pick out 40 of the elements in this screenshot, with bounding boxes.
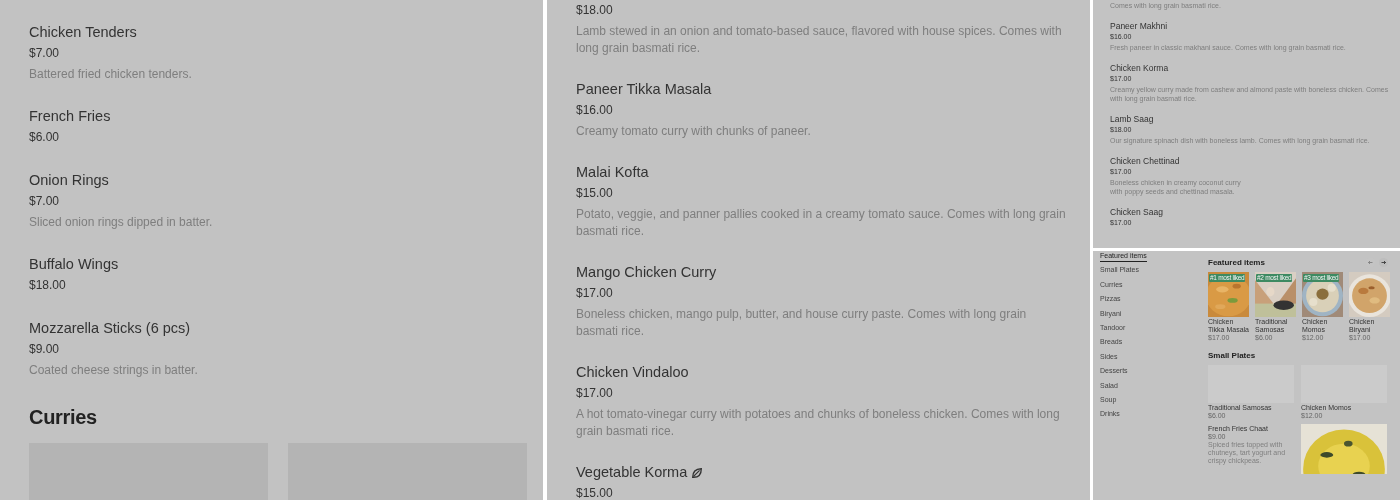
item-description: Battered fried chicken tenders. — [29, 66, 193, 83]
item-name: Mozzarella Sticks (6 pcs) — [29, 319, 191, 338]
item-price: $17.00 — [576, 385, 614, 402]
item-price: $18.00 — [576, 2, 614, 19]
item-name: Chicken Tenders — [29, 23, 137, 42]
item-name: Vegetable Korma — [576, 463, 688, 482]
item-name: Chicken Chettinad — [1110, 155, 1180, 167]
item-price: $15.00 — [576, 485, 614, 500]
item-name: Paneer Tikka Masala — [576, 80, 712, 99]
item-name: Chicken Saag — [1110, 206, 1163, 218]
item-name: Chicken Vindaloo — [576, 363, 689, 382]
item-name: Onion Rings — [29, 171, 109, 190]
item-name: Chicken Korma — [1110, 62, 1169, 74]
item-name: Buffalo Wings — [29, 255, 119, 274]
item-price: $15.00 — [576, 185, 614, 202]
arrow-left-icon — [1368, 260, 1373, 265]
arrow-right-icon — [1381, 260, 1386, 265]
item-description: Potato, veggie, and panner pallies cooked in a creamy tomato sauce. Comes with long grain basmati rice. — [576, 206, 1067, 240]
item-price: $7.00 — [29, 45, 61, 62]
item-description: A hot tomato-vinegar curry with potatoes and chunks of boneless chicken. Comes with long grain basmati rice. — [576, 406, 1061, 440]
item-name: Mango Chicken Curry — [576, 263, 717, 282]
item-name: Malai Kofta — [576, 163, 649, 182]
section-heading: Featured items — [1208, 257, 1265, 268]
item-name: French Fries — [29, 107, 111, 126]
item-price: $9.00 — [29, 341, 61, 358]
item-description: Sliced onion rings dipped in batter. — [29, 214, 214, 231]
next-button[interactable] — [1379, 258, 1388, 267]
item-description: Lamb stewed in an onion and tomato-based sauce, flavored with house spices. Comes with long grain basmati rice. — [576, 23, 1063, 57]
item-price: $16.00 — [576, 102, 614, 119]
section-heading: Small Plates — [1208, 350, 1257, 361]
item-description: Coated cheese strings in batter. — [29, 362, 199, 379]
item-price: $7.00 — [29, 193, 61, 210]
item-price: $18.00 — [29, 277, 67, 294]
section-heading: Curries — [29, 405, 98, 430]
item-name: Paneer Makhni — [1110, 20, 1168, 32]
item-description: Creamy tomato curry with chunks of paneer. — [576, 123, 812, 140]
item-description: Boneless chicken, mango pulp, butter, and house curry paste. Comes with long grain basmati rice. — [576, 306, 1028, 340]
item-price: $6.00 — [29, 129, 61, 146]
item-price: $17.00 — [576, 285, 614, 302]
item-name: Lamb Saag — [1110, 113, 1154, 125]
